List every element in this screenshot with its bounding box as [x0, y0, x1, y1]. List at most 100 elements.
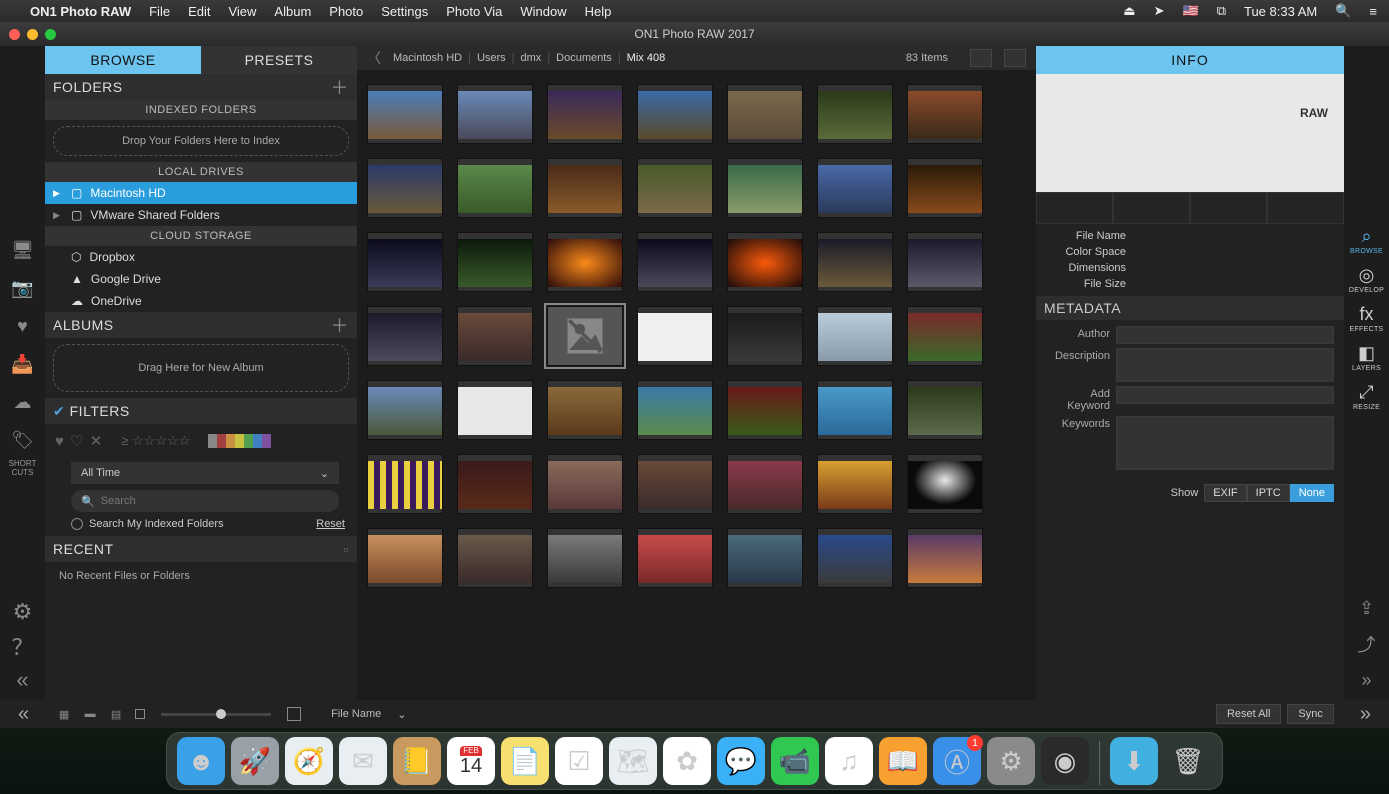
tab-browse[interactable]: BROWSE	[45, 46, 201, 74]
thumbnail[interactable]	[457, 158, 533, 218]
dock-messages[interactable]: 💬	[717, 737, 765, 785]
minimize-window-button[interactable]	[27, 29, 38, 40]
thumbnail[interactable]	[547, 158, 623, 218]
dock-calendar[interactable]: FEB14	[447, 737, 495, 785]
dock-mail[interactable]: ✉	[339, 737, 387, 785]
dock-sysprefs[interactable]: ⚙	[987, 737, 1035, 785]
thumbnail[interactable]	[457, 232, 533, 292]
thumbnail[interactable]	[817, 306, 893, 366]
thumbnail[interactable]	[367, 454, 443, 514]
thumbnail[interactable]	[907, 84, 983, 144]
keywords-input[interactable]	[1116, 416, 1334, 470]
compare-view-icon[interactable]: ▤	[107, 707, 125, 721]
albums-header[interactable]: ALBUMS ＋	[45, 312, 357, 338]
menu-window[interactable]: Window	[520, 4, 566, 19]
close-window-button[interactable]	[9, 29, 20, 40]
crumb[interactable]: Documents	[556, 52, 612, 64]
thumbnail[interactable]	[367, 232, 443, 292]
thumbnail[interactable]	[367, 528, 443, 588]
filter-reset-link[interactable]: Reset	[316, 518, 345, 530]
module-browse[interactable]: ⌕BROWSE	[1348, 222, 1386, 259]
show-none-button[interactable]: None	[1290, 484, 1334, 502]
indexed-drop-area[interactable]: Drop Your Folders Here to Index	[53, 126, 349, 156]
dock-contacts[interactable]: 📒	[393, 737, 441, 785]
thumbnail[interactable]	[547, 454, 623, 514]
dock-launchpad[interactable]: 🚀	[231, 737, 279, 785]
thumbnail[interactable]	[547, 306, 623, 366]
thumbnail[interactable]	[907, 380, 983, 440]
dock-itunes[interactable]: ♫	[825, 737, 873, 785]
thumbnail[interactable]	[817, 454, 893, 514]
clear-recent-icon[interactable]: ▫	[344, 541, 349, 557]
thumbnail[interactable]	[817, 232, 893, 292]
large-thumb-icon[interactable]	[287, 707, 301, 721]
thumbnail[interactable]	[547, 528, 623, 588]
share-icon[interactable]: ⇪	[1351, 594, 1383, 622]
thumbnail[interactable]	[367, 380, 443, 440]
thumbnail[interactable]	[907, 454, 983, 514]
collapse-left-icon[interactable]: «	[7, 666, 39, 694]
dock-maps[interactable]: 🗺	[609, 737, 657, 785]
thumbnail[interactable]	[637, 158, 713, 218]
grid-view-icon[interactable]: ▦	[55, 707, 73, 721]
thumb-size-slider[interactable]	[161, 713, 271, 716]
rating-filter[interactable]: ≥ ☆☆☆☆☆	[121, 433, 190, 449]
expand-right-icon[interactable]: »	[1351, 666, 1383, 694]
thumb-sizer-2[interactable]	[1004, 49, 1026, 67]
dock-photos[interactable]: ✿	[663, 737, 711, 785]
sync-button[interactable]: Sync	[1287, 704, 1333, 724]
cloud-icon[interactable]: ☁	[7, 388, 39, 416]
folders-header[interactable]: FOLDERS ＋	[45, 74, 357, 100]
dock-ibooks[interactable]: 📖	[879, 737, 927, 785]
thumbnail[interactable]	[367, 158, 443, 218]
disclosure-icon[interactable]: ▶	[53, 188, 63, 199]
shortcuts-icon[interactable]: 🏷	[7, 426, 39, 454]
menu-help[interactable]: Help	[585, 4, 612, 19]
favorites-icon[interactable]: ♥	[7, 312, 39, 340]
thumbnail[interactable]	[547, 84, 623, 144]
search-indexed-toggle[interactable]: Search My Indexed Folders	[71, 518, 224, 530]
thumbnail[interactable]	[727, 528, 803, 588]
thumbnail[interactable]	[727, 306, 803, 366]
thumbnail[interactable]	[457, 380, 533, 440]
thumbnail[interactable]	[817, 158, 893, 218]
author-input[interactable]	[1116, 326, 1334, 344]
location-icon[interactable]: ➤	[1154, 3, 1165, 19]
thumbnail[interactable]	[727, 454, 803, 514]
thumbnail[interactable]	[637, 84, 713, 144]
recent-header[interactable]: RECENT ▫	[45, 536, 357, 562]
single-view-icon[interactable]: ▬	[81, 707, 99, 721]
inbox-icon[interactable]: 📥	[7, 350, 39, 378]
display-icon[interactable]: ⧉	[1217, 3, 1226, 19]
time-range-dropdown[interactable]: All Time ⌄	[71, 462, 339, 484]
sort-label[interactable]: File Name	[331, 708, 381, 720]
desktop-icon[interactable]: 🖥	[7, 236, 39, 264]
thumbnail[interactable]	[457, 84, 533, 144]
menu-file[interactable]: File	[149, 4, 170, 19]
menu-photo[interactable]: Photo	[329, 4, 363, 19]
settings-icon[interactable]: ⚙	[7, 598, 39, 626]
thumbnail[interactable]	[727, 380, 803, 440]
help-icon[interactable]: ？	[7, 632, 39, 660]
dock-safari[interactable]: 🧭	[285, 737, 333, 785]
thumbnail[interactable]	[367, 306, 443, 366]
dock-downloads[interactable]: ⬇	[1110, 737, 1158, 785]
add-folder-icon[interactable]: ＋	[331, 74, 350, 100]
dock-reminders[interactable]: ☑	[555, 737, 603, 785]
cloud-googledrive[interactable]: ▲Google Drive	[45, 268, 357, 290]
drive-macintosh-hd[interactable]: ▶ ▢ Macintosh HD	[45, 182, 357, 204]
album-drop-area[interactable]: Drag Here for New Album	[53, 344, 349, 392]
dock-notes[interactable]: 📄	[501, 737, 549, 785]
dock-facetime[interactable]: 📹	[771, 737, 819, 785]
show-exif-button[interactable]: EXIF	[1204, 484, 1246, 502]
tab-presets[interactable]: PRESETS	[201, 46, 357, 74]
thumbnail[interactable]	[637, 232, 713, 292]
airplay-icon[interactable]: ⏏	[1123, 3, 1135, 19]
thumbnail[interactable]	[637, 454, 713, 514]
thumbnail[interactable]	[367, 84, 443, 144]
menu-settings[interactable]: Settings	[381, 4, 428, 19]
thumbnail[interactable]	[547, 232, 623, 292]
thumb-sizer-1[interactable]	[970, 49, 992, 67]
crumb[interactable]: Macintosh HD	[393, 52, 462, 64]
camera-icon[interactable]: 📷	[7, 274, 39, 302]
